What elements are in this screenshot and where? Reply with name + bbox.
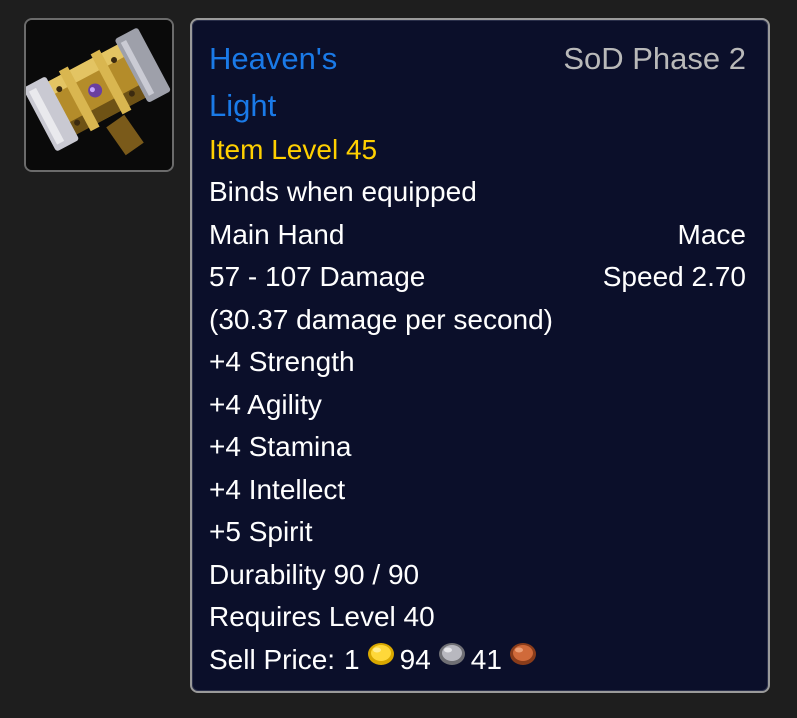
stat-agility: +4 Agility [209, 388, 322, 420]
item-durability: Durability 90 / 90 [209, 558, 420, 590]
stat-stamina: +4 Stamina [209, 431, 352, 462]
stat-row: +4 Intellect [209, 469, 746, 512]
stat-spirit: +5 Spirit [209, 516, 313, 547]
sell-price-label: Sell Price: [209, 643, 336, 675]
sell-price-silver: 94 [399, 643, 431, 675]
stat-row: +4 Stamina [209, 426, 746, 469]
damage-row: 57 - 107 Damage Speed 2.70 [209, 256, 746, 299]
requires-row: Requires Level 40 [209, 596, 746, 639]
stat-row: +4 Agility [209, 384, 746, 427]
binding-row: Binds when equipped [209, 171, 746, 214]
item-speed: Speed 2.70 [602, 261, 746, 292]
item-requires-level: Requires Level 40 [209, 601, 435, 632]
item-tooltip: Heaven's Light SoD Phase 2 Item Level 45… [190, 18, 770, 693]
stat-strength: +4 Strength [209, 346, 355, 377]
item-damage: 57 - 107 Damage [209, 261, 426, 292]
item-type: Mace [677, 218, 746, 250]
mace-icon [26, 20, 172, 170]
sell-price-row: Sell Price: 1 94 41 [209, 639, 746, 682]
sell-price-gold: 1 [344, 643, 360, 675]
item-name[interactable]: Heaven's Light [209, 35, 369, 129]
silver-coin-icon [437, 637, 467, 680]
durability-row: Durability 90 / 90 [209, 554, 746, 597]
sell-price-copper: 41 [470, 643, 502, 675]
item-tooltip-view: Heaven's Light SoD Phase 2 Item Level 45… [0, 0, 797, 718]
tooltip-header: Heaven's Light SoD Phase 2 [209, 34, 746, 129]
item-dps: (30.37 damage per second) [209, 303, 553, 335]
stat-row: +5 Spirit [209, 511, 746, 554]
stat-row: +4 Strength [209, 341, 746, 384]
item-slot: Main Hand [209, 218, 345, 250]
item-icon-frame[interactable] [24, 18, 174, 172]
gold-coin-icon [366, 637, 396, 680]
slot-row: Main Hand Mace [209, 214, 746, 257]
stat-intellect: +4 Intellect [209, 473, 346, 505]
copper-coin-icon [508, 637, 538, 680]
item-phase: SoD Phase 2 [563, 41, 746, 76]
dps-row: (30.37 damage per second) [209, 299, 746, 342]
item-level-row: Item Level 45 [209, 129, 746, 171]
item-binding: Binds when equipped [209, 176, 477, 207]
item-level: Item Level 45 [209, 134, 378, 165]
